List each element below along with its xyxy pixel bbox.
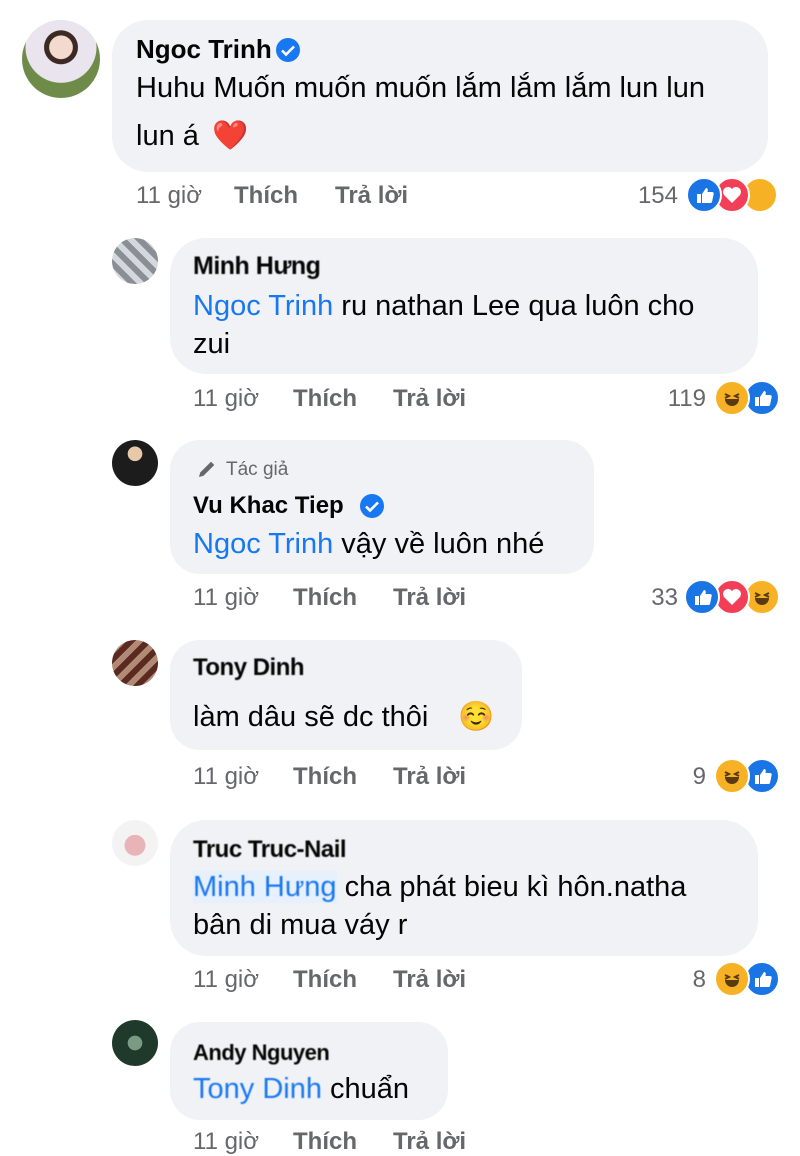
reply-link[interactable]: Trả lời xyxy=(393,763,466,791)
avatar-tony-dinh[interactable] xyxy=(112,640,158,686)
reply-link[interactable]: Trả lời xyxy=(393,1128,466,1156)
comment-author[interactable]: Vu Khac Tiep xyxy=(193,492,344,520)
comment-time[interactable]: 11 giờ xyxy=(193,1128,259,1156)
author-badge-label: Tác giả xyxy=(226,459,289,480)
comment-time[interactable]: 11 giờ xyxy=(136,182,202,210)
reaction-count[interactable]: 154 xyxy=(600,182,678,210)
mention-link[interactable]: Tony Dinh xyxy=(193,1073,322,1105)
avatar-vu-khac-tiep[interactable] xyxy=(112,440,158,486)
comment-text-line: bân di mua váy r xyxy=(193,909,408,941)
comment-text-line: Minh Hưng cha phát bieu kì hôn.natha xyxy=(193,871,687,903)
reaction-count[interactable]: 9 xyxy=(660,763,706,791)
comment-author[interactable]: Andy Nguyen xyxy=(193,1040,330,1066)
comment-text-line: Tony Dinh chuẩn xyxy=(193,1073,410,1105)
pen-icon xyxy=(196,458,218,485)
like-link[interactable]: Thích xyxy=(234,182,298,210)
reaction-count[interactable]: 33 xyxy=(620,584,678,612)
reply-link[interactable]: Trả lời xyxy=(393,966,466,994)
verified-badge-icon xyxy=(360,494,384,518)
comment-time[interactable]: 11 giờ xyxy=(193,385,259,413)
smiling-emoji: ☺️ xyxy=(458,701,495,733)
mention-link[interactable]: Ngoc Trinh xyxy=(193,290,333,322)
comment-text-line: làm dâu sẽ dc thôi xyxy=(193,701,429,733)
verified-badge-icon xyxy=(276,38,300,62)
like-reaction-icon[interactable] xyxy=(686,177,722,213)
reply-link[interactable]: Trả lời xyxy=(335,182,408,210)
comment-author[interactable]: Truc Truc-Nail xyxy=(193,836,347,864)
comment-author[interactable]: Minh Hưng xyxy=(193,252,321,281)
reply-link[interactable]: Trả lời xyxy=(393,584,466,612)
like-link[interactable]: Thích xyxy=(293,385,357,413)
comment-time[interactable]: 11 giờ xyxy=(193,584,259,612)
like-reaction-icon[interactable] xyxy=(684,579,720,615)
mention-link[interactable]: Minh Hưng xyxy=(193,871,337,903)
avatar-truc-truc-nail[interactable] xyxy=(112,820,158,866)
comment-time[interactable]: 11 giờ xyxy=(193,966,259,994)
mention-link[interactable]: Ngoc Trinh xyxy=(193,528,333,560)
avatar-ngoc-trinh[interactable] xyxy=(22,20,100,98)
haha-reaction-icon[interactable] xyxy=(714,380,750,416)
comment-text-line: Ngoc Trinh vậy về luôn nhé xyxy=(193,528,545,560)
comment-author[interactable]: Ngoc Trinh xyxy=(136,34,272,65)
reaction-count[interactable]: 119 xyxy=(640,385,706,413)
haha-reaction-icon[interactable] xyxy=(714,961,750,997)
comment-author[interactable]: Tony Dinh xyxy=(193,654,305,682)
comment-text-line: Huhu Muốn muốn muốn lắm lắm lắm lun lun xyxy=(136,72,705,104)
comment-text-line: zui xyxy=(193,328,231,360)
avatar-andy-nguyen[interactable] xyxy=(112,1020,158,1066)
like-link[interactable]: Thích xyxy=(293,1128,357,1156)
haha-reaction-icon[interactable] xyxy=(714,758,750,794)
comment-text-line: Ngoc Trinh ru nathan Lee qua luôn cho xyxy=(193,290,695,322)
reply-link[interactable]: Trả lời xyxy=(393,385,466,413)
like-link[interactable]: Thích xyxy=(293,584,357,612)
heart-emoji: ❤️ xyxy=(212,120,249,152)
like-link[interactable]: Thích xyxy=(293,966,357,994)
comment-time[interactable]: 11 giờ xyxy=(193,763,259,791)
like-link[interactable]: Thích xyxy=(293,763,357,791)
reaction-count[interactable]: 8 xyxy=(660,966,706,994)
comment-text-line: lun á xyxy=(136,120,199,152)
avatar-minh-hung[interactable] xyxy=(112,238,158,284)
